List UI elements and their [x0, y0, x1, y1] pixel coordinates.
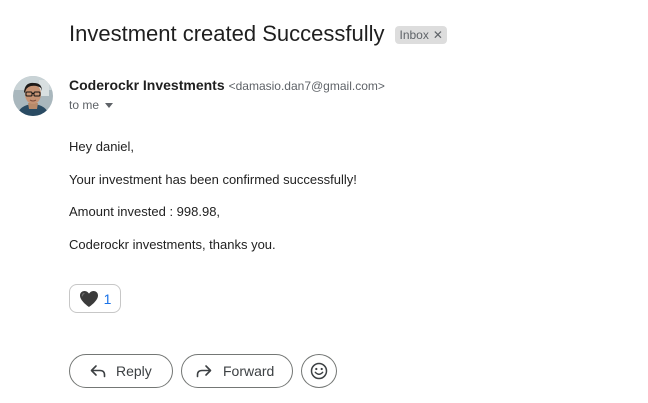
inbox-label-chip[interactable]: Inbox ✕ — [395, 25, 447, 44]
chevron-down-icon[interactable] — [105, 102, 114, 108]
body-greeting: Hey daniel, — [69, 139, 135, 154]
recipient-text: to me — [69, 98, 100, 112]
subject-row: Investment created Successfully Inbox ✕ — [69, 19, 447, 49]
sender-email: <damasio.dan7@gmail.com> — [228, 79, 385, 93]
smiley-icon — [310, 362, 328, 380]
email-subject: Investment created Successfully — [69, 21, 385, 46]
email-view: Investment created Successfully Inbox ✕ … — [0, 0, 648, 403]
reaction-count: 1 — [103, 290, 112, 307]
reaction-chip[interactable]: 1 — [69, 284, 121, 313]
body-line: Your investment has been confirmed succe… — [69, 171, 357, 187]
label-text: Inbox — [399, 27, 429, 42]
black-heart-icon — [79, 290, 98, 307]
avatar-image — [13, 76, 53, 116]
add-reaction-button[interactable] — [301, 354, 337, 388]
forward-button[interactable]: Forward — [181, 354, 293, 388]
forward-icon — [196, 365, 212, 378]
reply-icon — [90, 365, 106, 378]
body-line: Coderockr investments, thanks you. — [69, 236, 276, 252]
reply-label: Reply — [116, 363, 152, 379]
forward-label: Forward — [223, 363, 275, 379]
sender-row: Coderockr Investments <damasio.dan7@gmai… — [69, 77, 385, 93]
recipient-details-toggle[interactable]: to me — [69, 98, 114, 112]
sender-name[interactable]: Coderockr Investments — [69, 77, 225, 93]
avatar[interactable] — [13, 76, 53, 116]
email-body: Hey daniel, Your investment has been con… — [69, 139, 357, 253]
body-line: Amount invested : 998.98, — [69, 204, 221, 220]
reply-button[interactable]: Reply — [69, 354, 173, 388]
close-icon[interactable]: ✕ — [433, 28, 443, 42]
